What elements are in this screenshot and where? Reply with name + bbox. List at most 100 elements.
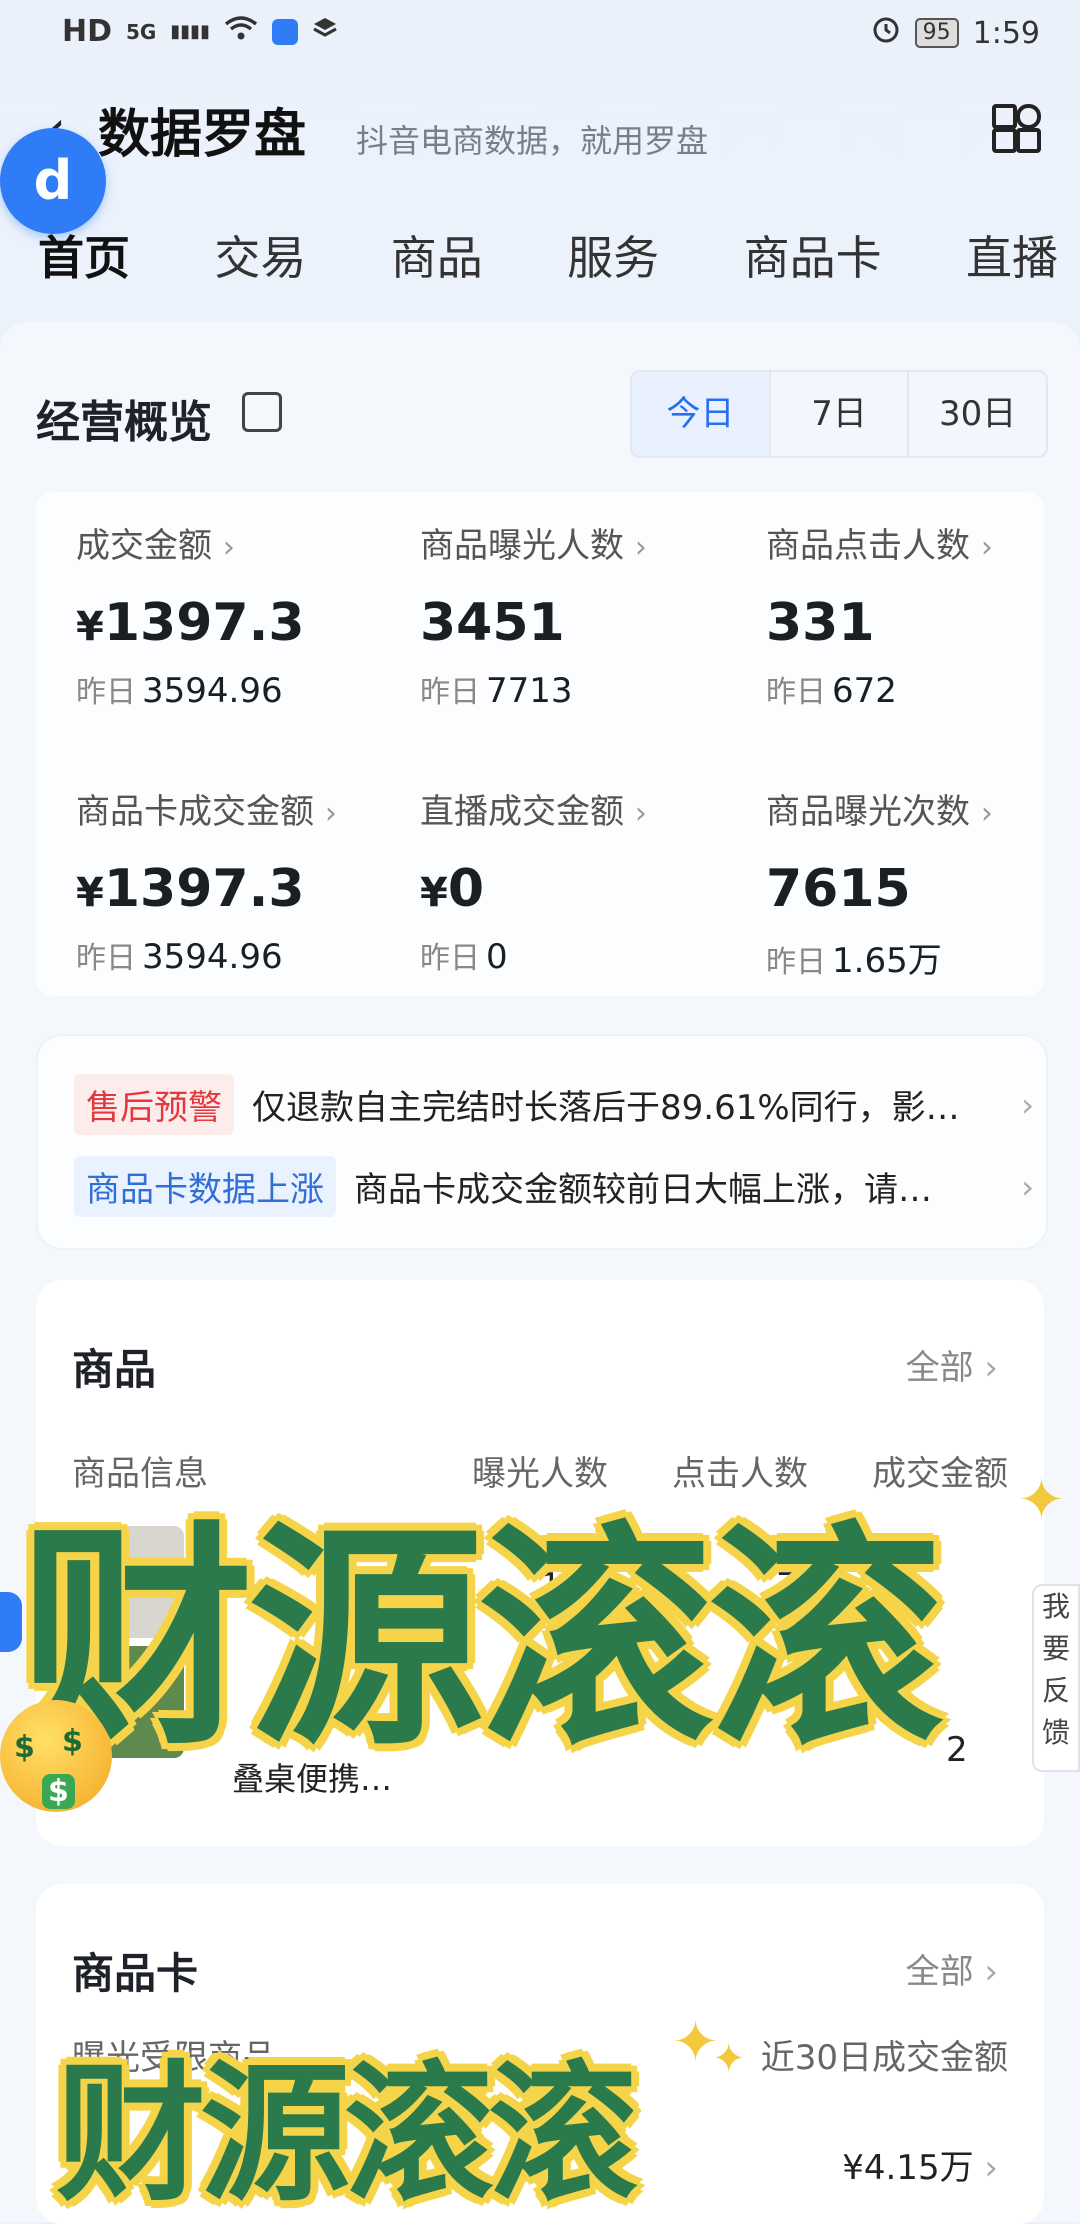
feedback-tab[interactable]: 我要反馈	[1032, 1584, 1080, 1772]
metric-live-gmv[interactable]: 直播成交金额 › ¥0 昨日 0	[420, 784, 740, 977]
range-today[interactable]: 今日	[632, 372, 769, 456]
tab-live[interactable]: 直播	[966, 222, 1058, 288]
date-range-selector: 今日 7日 30日	[630, 370, 1048, 458]
tab-service[interactable]: 服务	[567, 222, 659, 288]
chevron-right-icon: ›	[984, 1952, 998, 1992]
tab-goods[interactable]: 商品	[391, 222, 483, 288]
clock-time: 1:59	[972, 15, 1040, 51]
alert-tag: 售后预警	[74, 1074, 234, 1135]
goods-card-amount[interactable]: ¥4.15万 ›	[842, 2140, 998, 2189]
grid-menu-icon[interactable]	[992, 104, 1041, 153]
alert-card-rise[interactable]: 商品卡数据上涨 商品卡成交金额较前日大幅上涨，请… ›	[74, 1156, 1034, 1217]
chevron-right-icon: ›	[980, 796, 993, 831]
dollar-eye-icon: $	[62, 1724, 83, 1759]
products-all-link[interactable]: 全部 ›	[906, 1340, 998, 1389]
goods-card-all-link[interactable]: 全部 ›	[906, 1944, 998, 1993]
tab-trade[interactable]: 交易	[214, 222, 306, 288]
metric-value: 0	[447, 859, 485, 919]
col-exposure[interactable]: 曝光人数	[472, 1446, 608, 1495]
col-info: 商品信息	[72, 1454, 208, 1494]
chevron-right-icon: ›	[634, 530, 647, 565]
battery-icon: 95	[914, 18, 959, 48]
chevron-right-icon: ›	[984, 1348, 998, 1388]
range-30d[interactable]: 30日	[907, 372, 1046, 456]
tab-goods-card[interactable]: 商品卡	[744, 222, 882, 288]
gmv-30d-label: 近30日成交金额	[760, 2038, 1008, 2078]
metric-label: 商品点击人数	[766, 526, 970, 566]
all-label: 全部	[905, 1952, 974, 1992]
col-clicks[interactable]: 点击人数	[672, 1446, 808, 1495]
hd-icon: HD	[62, 14, 113, 49]
metric-value: 331	[766, 593, 875, 653]
page-subtitle: 抖音电商数据，就用罗盘	[356, 122, 709, 160]
prev-value: 672	[832, 671, 897, 711]
wifi-icon	[224, 14, 258, 49]
col-amount[interactable]: 成交金额	[872, 1446, 1008, 1495]
metric-gmv[interactable]: 成交金额 › ¥1397.3 昨日 3594.96	[76, 518, 396, 711]
sparkle-icon: ✦	[712, 2036, 746, 2082]
metric-click-users[interactable]: 商品点击人数 › 331 昨日 672	[766, 518, 1080, 711]
metrics-grid: 成交金额 › ¥1397.3 昨日 3594.96 商品曝光人数 › 3451 昨…	[36, 492, 1044, 996]
tab-home[interactable]: 首页	[38, 222, 130, 288]
metric-value: 3451	[420, 593, 565, 653]
currency-symbol: ¥	[420, 870, 448, 916]
chevron-right-icon: ›	[634, 796, 647, 831]
dollar-eye-icon: $	[14, 1730, 35, 1765]
range-7d[interactable]: 7日	[768, 372, 908, 456]
prev-value: 3594.96	[142, 937, 283, 977]
metric-label: 直播成交金额	[420, 792, 624, 832]
chevron-right-icon: ›	[222, 530, 235, 565]
metric-label: 商品卡成交金额	[76, 792, 314, 832]
row-amount: 2	[946, 1730, 968, 1770]
amount-value: ¥4.15万	[842, 2148, 974, 2188]
metric-value: 1397.3	[103, 859, 305, 919]
alert-text: 仅退款自主完结时长落后于89.61%同行，影…	[252, 1088, 960, 1128]
overview-title: 经营概览	[36, 397, 212, 448]
sparkle-icon: ✦	[1018, 1468, 1065, 1533]
metric-label: 成交金额	[76, 526, 212, 566]
chevron-right-icon: ›	[980, 530, 993, 565]
chevron-right-icon: ›	[984, 2148, 998, 2188]
prev-label: 昨日	[76, 675, 136, 710]
chevron-right-icon: ›	[1021, 1085, 1034, 1124]
nav-tabs: 首页 交易 商品 服务 商品卡 直播	[38, 222, 1058, 288]
all-label: 全部	[905, 1348, 974, 1388]
dollar-tongue-icon: $	[42, 1774, 75, 1809]
app-logo[interactable]: d	[0, 128, 106, 234]
currency-symbol: ¥	[76, 870, 104, 916]
prev-value: 1.65万	[832, 941, 942, 981]
alert-aftersale[interactable]: 售后预警 仅退款自主完结时长落后于89.61%同行，影… ›	[74, 1074, 1034, 1135]
prev-label: 昨日	[420, 675, 480, 710]
metric-value: 7615	[766, 859, 911, 919]
metric-exposure-count[interactable]: 商品曝光次数 › 7615 昨日 1.65万	[766, 784, 1080, 982]
prev-value: 7713	[486, 671, 573, 711]
prev-label: 昨日	[420, 941, 480, 976]
alerts-card: 售后预警 仅退款自主完结时长落后于89.61%同行，影… › 商品卡数据上涨 商…	[36, 1034, 1048, 1250]
metric-value: 1397.3	[103, 593, 305, 653]
overlay-sticker-text-2: 财源滚滚	[56, 2048, 638, 2222]
status-left: HD 5G ▮▮▮▮	[62, 14, 338, 49]
layers-icon	[312, 14, 338, 49]
alert-text: 商品卡成交金额较前日大幅上涨，请…	[354, 1170, 932, 1210]
overlay-sticker-text: 财源滚滚	[18, 1502, 944, 1777]
status-bar: HD 5G ▮▮▮▮ 95 1:59	[0, 0, 1080, 64]
metric-label: 商品曝光人数	[420, 526, 624, 566]
currency-symbol: ¥	[76, 604, 104, 650]
prev-value: 0	[486, 937, 508, 977]
edit-icon[interactable]	[242, 392, 282, 432]
prev-label: 昨日	[76, 941, 136, 976]
alarm-icon	[871, 14, 901, 52]
network-icon: 5G	[126, 19, 157, 44]
signal-icon: ▮▮▮▮	[170, 21, 210, 42]
alert-tag: 商品卡数据上涨	[74, 1156, 336, 1217]
chevron-right-icon: ›	[324, 796, 337, 831]
metric-card-gmv[interactable]: 商品卡成交金额 › ¥1397.3 昨日 3594.96	[76, 784, 396, 977]
app-icon	[271, 18, 298, 45]
money-face-emoji-icon: $ $ $	[0, 1700, 112, 1812]
prev-label: 昨日	[766, 675, 826, 710]
chevron-right-icon: ›	[1021, 1167, 1034, 1206]
prev-value: 3594.96	[142, 671, 283, 711]
metric-exposure-users[interactable]: 商品曝光人数 › 3451 昨日 7713	[420, 518, 740, 711]
goods-card-title: 商品卡	[72, 1949, 199, 1998]
metric-label: 商品曝光次数	[766, 792, 970, 832]
